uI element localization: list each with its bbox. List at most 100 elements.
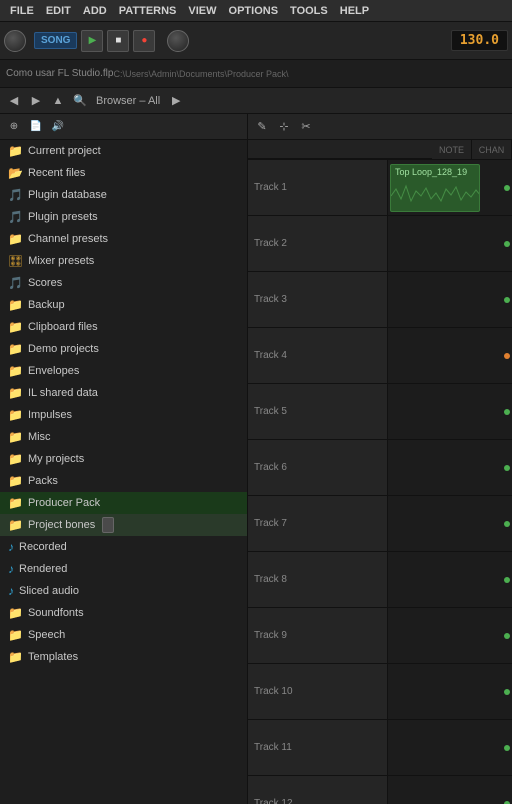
nav-forward-button[interactable]: ▶ xyxy=(26,91,46,111)
browser-item-demo-projects[interactable]: 📁 Demo projects xyxy=(0,338,247,360)
browser-item-project-bones[interactable]: 📁 Project bones xyxy=(0,514,247,536)
menu-view[interactable]: VIEW xyxy=(182,3,222,19)
browser-path-label: Browser – All xyxy=(92,95,164,107)
browser-item-plugin-database[interactable]: 🎵 Plugin database xyxy=(0,184,247,206)
browser-item-sliced-audio[interactable]: ♪ Sliced audio xyxy=(0,580,247,602)
track-9-content[interactable] xyxy=(388,608,512,663)
track-6-dot xyxy=(504,465,510,471)
stop-button[interactable]: ■ xyxy=(107,30,129,52)
recorded-icon: ♪ xyxy=(8,540,14,554)
track-5-name: Track 5 xyxy=(254,406,287,417)
browser-item-misc[interactable]: 📁 Misc xyxy=(0,426,247,448)
track-3-content[interactable] xyxy=(388,272,512,327)
browser-item-recorded[interactable]: ♪ Recorded xyxy=(0,536,247,558)
menu-patterns[interactable]: PATTERNS xyxy=(113,3,183,19)
browser-item-rendered[interactable]: ♪ Rendered xyxy=(0,558,247,580)
track-1-content[interactable]: Top Loop_128_19 xyxy=(388,160,512,215)
browser-item-producer-pack[interactable]: 📁 Producer Pack xyxy=(0,492,247,514)
menu-file[interactable]: FILE xyxy=(4,3,40,19)
title-bar: Como usar FL Studio.flp C:\Users\Admin\D… xyxy=(0,60,512,88)
browser-item-plugin-presets[interactable]: 🎵 Plugin presets xyxy=(0,206,247,228)
track-5-dot xyxy=(504,409,510,415)
clipboard-files-icon: 📁 xyxy=(8,320,23,334)
menu-add[interactable]: ADD xyxy=(77,3,113,19)
track-5-content[interactable] xyxy=(388,384,512,439)
rendered-label: Rendered xyxy=(19,563,67,575)
track-10-content[interactable] xyxy=(388,664,512,719)
templates-icon: 📁 xyxy=(8,650,23,664)
browser-panel: ⊕ 📄 🔊 📁 Current project 📂 Recent files 🎵… xyxy=(0,114,248,804)
producer-pack-label: Producer Pack xyxy=(28,497,100,509)
playlist-tool-draw[interactable]: ✎ xyxy=(252,117,272,137)
song-mode-label[interactable]: SONG xyxy=(34,32,77,49)
browser-item-current-project[interactable]: 📁 Current project xyxy=(0,140,247,162)
table-row: Track 5 xyxy=(248,384,512,440)
soundfonts-label: Soundfonts xyxy=(28,607,84,619)
clip-top-loop[interactable]: Top Loop_128_19 xyxy=(390,164,480,212)
browser-item-il-shared-data[interactable]: 📁 IL shared data xyxy=(0,382,247,404)
menu-options[interactable]: OPTIONS xyxy=(223,3,285,19)
playlist-tool-select[interactable]: ⊹ xyxy=(274,117,294,137)
browser-item-templates[interactable]: 📁 Templates xyxy=(0,646,247,668)
backup-icon: 📁 xyxy=(8,298,23,312)
track-4-name: Track 4 xyxy=(254,350,287,361)
track-4-content[interactable] xyxy=(388,328,512,383)
menu-bar: FILE EDIT ADD PATTERNS VIEW OPTIONS TOOL… xyxy=(0,0,512,22)
main-area: ⊕ 📄 🔊 📁 Current project 📂 Recent files 🎵… xyxy=(0,114,512,804)
recent-files-icon: 📂 xyxy=(8,166,23,180)
browser-item-channel-presets[interactable]: 📁 Channel presets xyxy=(0,228,247,250)
browser-item-envelopes[interactable]: 📁 Envelopes xyxy=(0,360,247,382)
track-9-name: Track 9 xyxy=(254,630,287,641)
browser-item-mixer-presets[interactable]: 🎛 Mixer presets xyxy=(0,250,247,272)
col-headers: NOTE CHAN xyxy=(248,140,512,160)
track-12-content[interactable] xyxy=(388,776,512,804)
nav-up-button[interactable]: ▲ xyxy=(48,91,68,111)
project-bones-icon: 📁 xyxy=(8,518,23,532)
track-8-info: Track 8 xyxy=(248,552,388,607)
browser-item-scores[interactable]: 🎵 Scores xyxy=(0,272,247,294)
impulses-label: Impulses xyxy=(28,409,72,421)
playlist-tool-erase[interactable]: ✂ xyxy=(296,117,316,137)
browser-item-my-projects[interactable]: 📁 My projects xyxy=(0,448,247,470)
master-volume-knob[interactable] xyxy=(4,30,26,52)
current-project-label: Current project xyxy=(28,145,101,157)
track-4-info: Track 4 xyxy=(248,328,388,383)
browser-icon-btn2[interactable]: 📄 xyxy=(26,117,46,137)
clipboard-files-label: Clipboard files xyxy=(28,321,98,333)
nav-right-button[interactable]: ▶ xyxy=(166,91,186,111)
master-pitch-knob[interactable] xyxy=(167,30,189,52)
transport-bar: SONG ▶ ■ ● 130.0 xyxy=(0,22,512,60)
track-2-content[interactable] xyxy=(388,216,512,271)
record-button[interactable]: ● xyxy=(133,30,155,52)
track-6-content[interactable] xyxy=(388,440,512,495)
menu-tools[interactable]: TOOLS xyxy=(284,3,334,19)
mixer-presets-label: Mixer presets xyxy=(28,255,94,267)
track-12-dot xyxy=(504,801,510,804)
nav-back-button[interactable]: ◀ xyxy=(4,91,24,111)
track-3-name: Track 3 xyxy=(254,294,287,305)
browser-item-recent-files[interactable]: 📂 Recent files xyxy=(0,162,247,184)
browser-item-backup[interactable]: 📁 Backup xyxy=(0,294,247,316)
browser-item-soundfonts[interactable]: 📁 Soundfonts xyxy=(0,602,247,624)
recent-files-label: Recent files xyxy=(28,167,85,179)
browser-item-impulses[interactable]: 📁 Impulses xyxy=(0,404,247,426)
menu-help[interactable]: HELP xyxy=(334,3,375,19)
demo-projects-label: Demo projects xyxy=(28,343,99,355)
menu-edit[interactable]: EDIT xyxy=(40,3,77,19)
table-row: Track 2 xyxy=(248,216,512,272)
browser-search-icon[interactable]: 🔍 xyxy=(70,91,90,111)
browser-icon-btn3[interactable]: 🔊 xyxy=(48,117,68,137)
browser-item-packs[interactable]: 📁 Packs xyxy=(0,470,247,492)
play-button[interactable]: ▶ xyxy=(81,30,103,52)
browser-item-speech[interactable]: 📁 Speech xyxy=(0,624,247,646)
misc-icon: 📁 xyxy=(8,430,23,444)
track-11-content[interactable] xyxy=(388,720,512,775)
bpm-display[interactable]: 130.0 xyxy=(451,30,508,51)
track-8-content[interactable] xyxy=(388,552,512,607)
plugin-database-label: Plugin database xyxy=(28,189,107,201)
col-chan-header: CHAN xyxy=(472,140,512,159)
browser-item-clipboard-files[interactable]: 📁 Clipboard files xyxy=(0,316,247,338)
browser-icon-btn1[interactable]: ⊕ xyxy=(4,117,24,137)
track-7-content[interactable] xyxy=(388,496,512,551)
track-12-name: Track 12 xyxy=(254,798,293,804)
